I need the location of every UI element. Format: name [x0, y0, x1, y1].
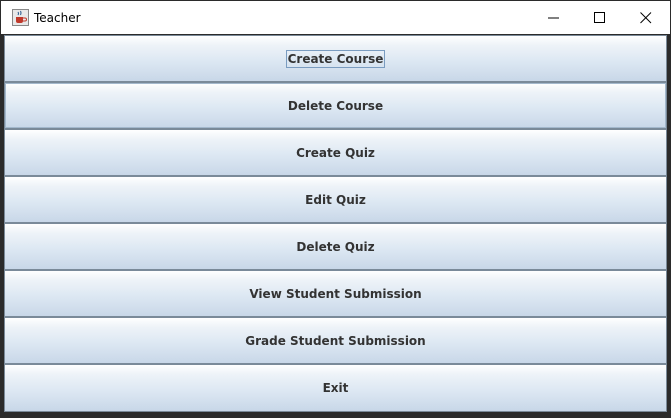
teacher-window: Teacher Create Course Delete Course Crea…	[0, 0, 671, 418]
grade-student-submission-button[interactable]: Grade Student Submission	[4, 317, 667, 364]
minimize-button[interactable]	[531, 1, 577, 34]
edit-quiz-button[interactable]: Edit Quiz	[4, 176, 667, 223]
create-course-label: Create Course	[285, 49, 386, 68]
exit-button[interactable]: Exit	[4, 364, 667, 412]
create-quiz-button[interactable]: Create Quiz	[4, 129, 667, 176]
edit-quiz-label: Edit Quiz	[305, 192, 366, 207]
grade-student-submission-label: Grade Student Submission	[245, 333, 426, 348]
close-icon	[640, 12, 652, 24]
exit-label: Exit	[322, 381, 349, 395]
create-course-button[interactable]: Create Course	[4, 35, 667, 82]
view-student-submission-button[interactable]: View Student Submission	[4, 270, 667, 317]
title-bar[interactable]: Teacher	[1, 1, 670, 34]
delete-quiz-label: Delete Quiz	[296, 239, 375, 254]
delete-course-button[interactable]: Delete Course	[4, 82, 667, 129]
close-button[interactable]	[623, 1, 669, 34]
delete-quiz-button[interactable]: Delete Quiz	[4, 223, 667, 270]
maximize-button[interactable]	[577, 1, 623, 34]
window-title: Teacher	[34, 11, 81, 25]
button-panel: Create Course Delete Course Create Quiz …	[4, 35, 667, 412]
minimize-icon	[548, 17, 559, 19]
create-quiz-label: Create Quiz	[296, 145, 375, 160]
maximize-icon	[594, 12, 605, 23]
java-cup-icon	[12, 9, 29, 26]
delete-course-label: Delete Course	[287, 98, 384, 113]
view-student-submission-label: View Student Submission	[249, 286, 422, 301]
